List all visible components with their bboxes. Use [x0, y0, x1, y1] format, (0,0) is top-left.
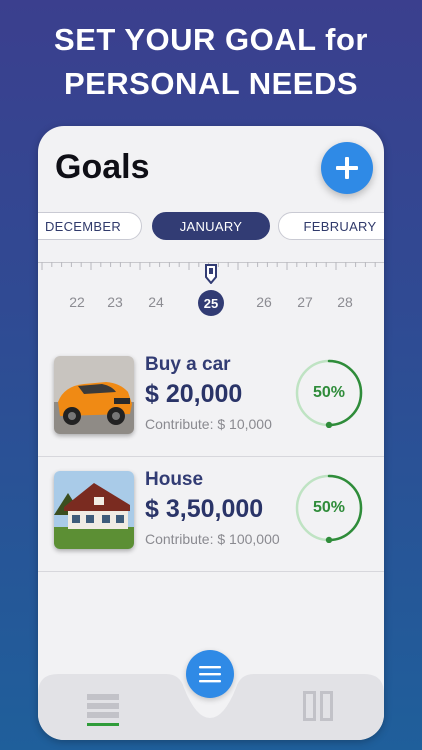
page-title: Goals — [55, 148, 150, 186]
goal-name: House — [145, 469, 204, 490]
goal-amount: $ 3,50,000 — [145, 495, 264, 523]
menu-button[interactable] — [186, 650, 234, 698]
day-23[interactable]: 23 — [101, 294, 129, 310]
list-icon[interactable] — [86, 692, 120, 728]
car-image — [54, 356, 134, 434]
progress-percent: 50% — [312, 384, 346, 401]
day-selector: 22 23 24 25 26 27 28 — [38, 290, 384, 320]
month-december[interactable]: DECEMBER — [38, 212, 142, 240]
day-24[interactable]: 24 — [142, 294, 170, 310]
hero-line-1: SET YOUR GOAL for — [54, 22, 368, 57]
month-february[interactable]: FEBRUARY — [278, 212, 384, 240]
goal-contribution: Contribute: $ 10,000 — [145, 416, 272, 432]
day-28[interactable]: 28 — [331, 294, 359, 310]
goal-name: Buy a car — [145, 354, 231, 375]
hero-heading: SET YOUR GOAL for PERSONAL NEEDS — [0, 18, 422, 106]
goal-contribution: Contribute: $ 100,000 — [145, 531, 280, 547]
book-icon[interactable] — [302, 690, 334, 722]
goal-row-car[interactable]: Buy a car $ 20,000 Contribute: $ 10,000 … — [38, 342, 384, 457]
month-january[interactable]: JANUARY — [152, 212, 270, 240]
date-pin-icon — [205, 264, 217, 284]
day-27[interactable]: 27 — [291, 294, 319, 310]
month-selector: DECEMBER JANUARY FEBRUARY — [38, 212, 384, 242]
day-22[interactable]: 22 — [63, 294, 91, 310]
progress-percent: 50% — [312, 499, 346, 516]
hero-line-2: PERSONAL NEEDS — [63, 66, 359, 101]
day-26[interactable]: 26 — [250, 294, 278, 310]
plus-icon — [336, 157, 358, 179]
goal-row-house[interactable]: House $ 3,50,000 Contribute: $ 100,000 5… — [38, 457, 384, 572]
add-goal-button[interactable] — [321, 142, 373, 194]
house-image — [54, 471, 134, 549]
day-25-selected[interactable]: 25 — [198, 290, 224, 316]
goal-amount: $ 20,000 — [145, 380, 243, 408]
menu-icon — [199, 666, 221, 683]
phone-screen: Goals DECEMBER JANUARY FEBRUARY 22 23 24… — [38, 126, 384, 740]
